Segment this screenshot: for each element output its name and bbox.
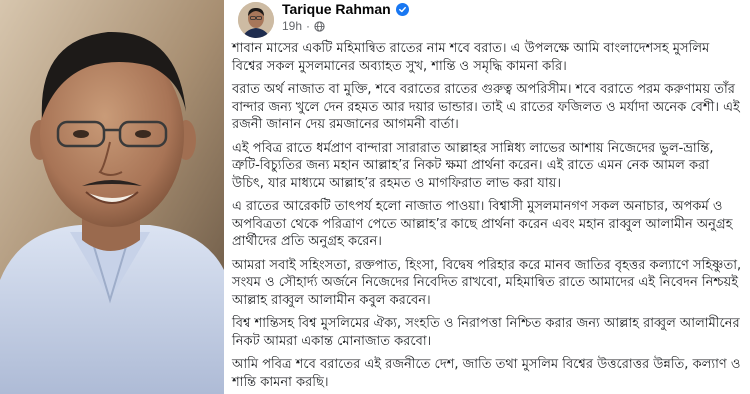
globe-icon[interactable] (314, 20, 325, 32)
facebook-post: Tarique Rahman 19h · শাবান মাসের একটি মহ… (224, 0, 750, 394)
post-meta: 19h · (282, 19, 325, 33)
post-paragraph: এ রাতের আরেকটি তাৎপর্য হলো নাজাত পাওয়া।… (232, 199, 733, 249)
post-header: Tarique Rahman 19h · (238, 0, 738, 38)
post-paragraph: বরাত অর্থ নাজাত বা মুক্তি, শবে বরাতের রা… (232, 82, 740, 132)
post-paragraph: আমি পবিত্র শবে বরাতের এই রজনীতে দেশ, জাত… (232, 357, 741, 390)
post-body: শাবান মাসের একটি মহিমান্বিত রাতের নাম শব… (232, 40, 744, 394)
post-paragraph: আমরা সবাই সহিংসতা, রক্তপাত, হিংসা, বিদ্ব… (232, 257, 742, 308)
avatar[interactable] (238, 2, 274, 38)
post-paragraph: শাবান মাসের একটি মহিমান্বিত রাতের নাম শব… (232, 41, 710, 74)
portrait-photo (0, 0, 224, 394)
verified-badge-icon (395, 2, 409, 16)
post-timestamp[interactable]: 19h (282, 19, 302, 33)
post-paragraph: বিশ্ব শান্তিসহ বিশ্ব মুসলিমের ঐক্য, সংহত… (232, 316, 740, 349)
meta-separator: · (306, 19, 311, 33)
author-row: Tarique Rahman (282, 1, 409, 17)
post-paragraph: এই পবিত্র রাতে ধর্মপ্রাণ বান্দারা সারারা… (232, 140, 714, 191)
author-name[interactable]: Tarique Rahman (282, 1, 391, 17)
